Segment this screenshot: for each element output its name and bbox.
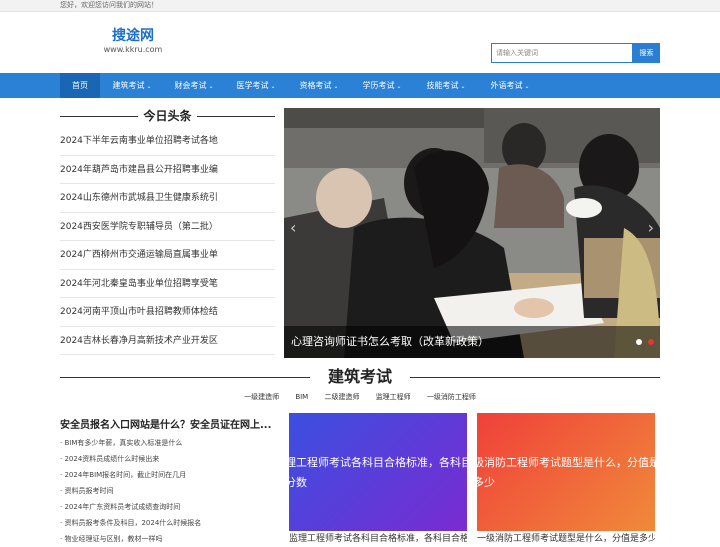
headlines-list: 2024下半年云南事业单位招聘考试各地 2024年葫芦岛市建昌县公开招聘事业编 … <box>60 127 275 355</box>
chevron-right-icon[interactable]: › <box>648 218 654 237</box>
card-caption[interactable]: 监理工程师考试各科目合格标准，各科目合格分数 <box>289 531 467 544</box>
article-link-text: 2024年广东资料员考试成绩查询时间 <box>64 503 181 511</box>
article-link[interactable]: · BIM有多少年薪，真实收入标准是什么 <box>60 435 275 451</box>
logo-name: 搜途网 <box>112 28 154 44</box>
nav-item-skills[interactable]: 技能考试 ⌄ <box>418 73 474 98</box>
nav-label: 建筑考试 <box>112 81 145 90</box>
headlines-heading: 今日头条 <box>60 108 275 124</box>
headline-link[interactable]: 2024河南平顶山市叶县招聘教师体检结 <box>60 298 275 327</box>
subtab-link[interactable]: 二级建造师 <box>324 393 359 401</box>
article-link-text: 资料员报考时间 <box>64 487 114 495</box>
slider-pagination <box>636 339 654 345</box>
article-list: · BIM有多少年薪，真实收入标准是什么 · 2024资料员成绩什么时候出来 ·… <box>60 435 275 547</box>
headline-link[interactable]: 2024年河北秦皇岛事业单位招聘享受笔 <box>60 270 275 298</box>
slide-caption[interactable]: 心理咨询师证书怎么考取（改革新政策） <box>284 326 660 358</box>
card-caption[interactable]: 一级消防工程师考试题型是什么，分值是多少 <box>477 531 655 544</box>
card-banner-text: 级消防工程师考试题型是什么，分值是多少 <box>477 456 655 489</box>
headline-link[interactable]: 2024西安医学院专职辅导员（第二批） <box>60 213 275 241</box>
subtab-link[interactable]: BIM <box>295 393 308 401</box>
headline-link[interactable]: 2024下半年云南事业单位招聘考试各地 <box>60 127 275 156</box>
slider-dot[interactable] <box>636 339 642 345</box>
slide-photo <box>284 108 660 358</box>
article-card[interactable]: 理工程师考试各科目合格标准，各科目分数 <box>289 413 467 531</box>
article-link[interactable]: · 2024年BIM报名时间，截止时间在几月 <box>60 467 275 483</box>
chevron-down-icon: ⌄ <box>460 83 466 90</box>
section-heading: 建筑考试 <box>60 366 660 388</box>
section-title: 建筑考试 <box>327 367 392 386</box>
slider-dot-active[interactable] <box>648 339 654 345</box>
chevron-down-icon: ⌄ <box>208 83 214 90</box>
headline-link[interactable]: 2024山东德州市武城县卫生健康系统引 <box>60 184 275 213</box>
nav-label: 技能考试 <box>426 81 459 90</box>
top-greeting-bar: 您好，欢迎您访问我们的网站！ <box>0 0 720 12</box>
nav-label: 财会考试 <box>174 81 207 90</box>
article-link-text: BIM有多少年薪，真实收入标准是什么 <box>64 439 183 447</box>
article-link[interactable]: · 物业经理证与区别，教材一样吗 <box>60 531 275 547</box>
article-link[interactable]: · 2024资料员成绩什么时候出来 <box>60 451 275 467</box>
headlines-title: 今日头条 <box>143 109 192 123</box>
subtab-link[interactable]: 一级消防工程师 <box>427 393 476 401</box>
nav-item-construction[interactable]: 建筑考试 ⌄ <box>104 73 160 98</box>
chevron-down-icon: ⌄ <box>146 83 152 90</box>
nav-label: 医学考试 <box>236 81 269 90</box>
chevron-down-icon: ⌄ <box>524 83 530 90</box>
article-link-text: 物业经理证与区别，教材一样吗 <box>64 535 163 543</box>
card-banner-text: 理工程师考试各科目合格标准，各科目分数 <box>289 456 467 489</box>
subtab-link[interactable]: 一级建造师 <box>244 393 279 401</box>
nav-label: 外语考试 <box>490 81 523 90</box>
headline-link[interactable]: 2024广西柳州市交通运输局直属事业单 <box>60 241 275 270</box>
nav-label: 资格考试 <box>299 81 332 90</box>
chevron-down-icon: ⌄ <box>396 83 402 90</box>
subtab-link[interactable]: 监理工程师 <box>376 393 411 401</box>
nav-item-accounting[interactable]: 财会考试 ⌄ <box>166 73 222 98</box>
nav-item-language[interactable]: 外语考试 ⌄ <box>482 73 538 98</box>
chevron-down-icon: ⌄ <box>333 83 339 90</box>
nav-item-medical[interactable]: 医学考试 ⌄ <box>228 73 284 98</box>
nav-label: 首页 <box>72 81 88 90</box>
chevron-down-icon: ⌄ <box>270 83 276 90</box>
article-link[interactable]: · 资料员报考时间 <box>60 483 275 499</box>
search-form: 搜索 <box>491 43 660 63</box>
article-link-text: 2024资料员成绩什么时候出来 <box>64 455 160 463</box>
logo-url: www.kkru.com <box>103 45 163 54</box>
featured-article-title[interactable]: 安全员报名入口网站是什么？安全员证在网上... <box>60 416 275 431</box>
main-nav: 首页 建筑考试 ⌄ 财会考试 ⌄ 医学考试 ⌄ 资格考试 ⌄ 学历考试 ⌄ 技能考试 ⌄ 外… <box>0 73 720 98</box>
featured-slider[interactable]: ‹ › 心理咨询师证书怎么考取（改革新政策） <box>284 108 660 358</box>
search-input[interactable] <box>491 43 633 63</box>
section-subtabs: 一级建造师 BIM 二级建造师 监理工程师 一级消防工程师 <box>0 392 720 402</box>
article-card[interactable]: 级消防工程师考试题型是什么，分值是多少 <box>477 413 655 531</box>
nav-item-home[interactable]: 首页 <box>60 73 100 98</box>
headline-link[interactable]: 2024吉林长春净月高新技术产业开发区 <box>60 327 275 355</box>
article-link[interactable]: · 2024年广东资料员考试成绩查询时间 <box>60 499 275 515</box>
greeting-text: 您好，欢迎您访问我们的网站！ <box>60 1 158 9</box>
article-link-text: 资料员报考条件及科目，2024什么时候报名 <box>64 519 202 527</box>
chevron-left-icon[interactable]: ‹ <box>290 218 296 237</box>
nav-item-qualification[interactable]: 资格考试 ⌄ <box>291 73 347 98</box>
article-link-text: 2024年BIM报名时间，截止时间在几月 <box>64 471 187 479</box>
search-button[interactable]: 搜索 <box>633 43 660 63</box>
site-header: 搜途网 www.kkru.com 搜索 <box>0 12 720 73</box>
headline-link[interactable]: 2024年葫芦岛市建昌县公开招聘事业编 <box>60 156 275 184</box>
nav-item-academic[interactable]: 学历考试 ⌄ <box>354 73 410 98</box>
site-logo[interactable]: 搜途网 www.kkru.com <box>103 28 163 56</box>
article-link[interactable]: · 资料员报考条件及科目，2024什么时候报名 <box>60 515 275 531</box>
nav-label: 学历考试 <box>362 81 395 90</box>
